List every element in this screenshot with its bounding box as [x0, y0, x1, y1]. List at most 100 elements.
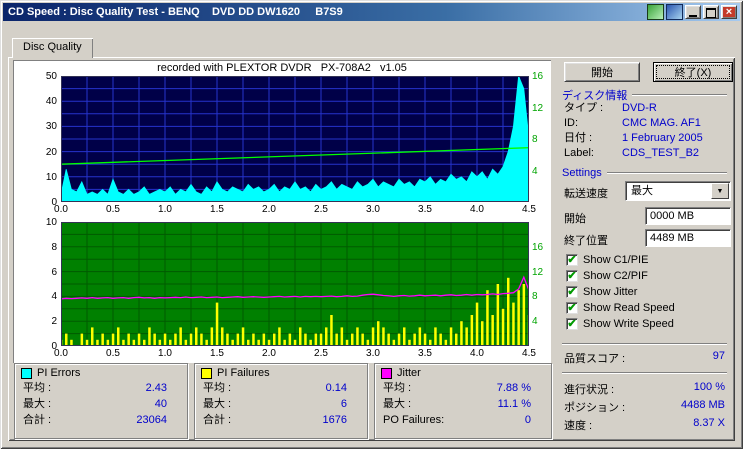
start-button[interactable]: 開始 — [564, 62, 640, 82]
axis-tick-label: 4 — [532, 316, 552, 327]
disc-label-row: Label:CDS_TEST_B2 — [564, 147, 727, 160]
start-position-field[interactable]: 0000 MB — [645, 207, 731, 225]
titlebar[interactable]: CD Speed : Disc Quality Test - BENQ DVD … — [3, 3, 740, 21]
stat-label: 最大 : — [383, 396, 411, 412]
chevron-down-icon[interactable]: ▼ — [711, 183, 729, 199]
stat-row: 平均 :0.14 — [195, 380, 367, 396]
checkbox-show-read-speed[interactable]: ✔ Show Read Speed — [566, 301, 675, 315]
tab-disc-quality[interactable]: Disc Quality — [12, 38, 93, 58]
axis-tick-label: 6 — [35, 267, 57, 278]
stat-value: 6 — [341, 396, 347, 412]
titlebar-green-icon[interactable] — [647, 4, 664, 20]
pi-failures-stats-box: PI Failures 平均 :0.14 最大 : 6 合計 :1676 — [194, 363, 368, 439]
info-value: 1 February 2005 — [622, 132, 703, 144]
pi-errors-swatch — [21, 368, 32, 379]
status-label: 速度 : — [564, 417, 592, 433]
checkbox-show-c2-pif[interactable]: ✔ Show C2/PIF — [566, 269, 648, 283]
axis-tick-label: 1.0 — [154, 204, 176, 215]
tab-pane: recorded with PLEXTOR DVDR PX-708A2 v1.0… — [8, 57, 735, 441]
checkbox-box[interactable]: ✔ — [566, 318, 578, 330]
info-label: タイプ : — [564, 102, 622, 115]
status-value: 4488 MB — [681, 399, 725, 415]
pi-failures-swatch — [201, 368, 212, 379]
stat-label: 合計 : — [203, 412, 231, 428]
close-button[interactable]: × — [721, 5, 737, 19]
stat-row: 平均 :2.43 — [15, 380, 187, 396]
titlebar-blue-icon[interactable] — [666, 4, 683, 20]
stat-value: 23064 — [136, 412, 167, 428]
stat-title: PI Failures — [217, 367, 270, 379]
checkbox-show-write-speed[interactable]: ✔ Show Write Speed — [566, 317, 674, 331]
status-value: 100 % — [694, 381, 725, 397]
title-controls: × — [647, 4, 740, 20]
axis-tick-label: 16 — [532, 242, 552, 253]
disc-info-header: ディスク情報 — [562, 87, 727, 103]
pi-errors-chart — [61, 76, 529, 202]
axis-tick-label: 8 — [35, 242, 57, 253]
axis-tick-label: 4 — [532, 166, 552, 177]
stat-row: 合計 :1676 — [195, 412, 367, 428]
info-value: CDS_TEST_B2 — [622, 147, 699, 159]
disc-date-row: 日付 :1 February 2005 — [564, 132, 727, 145]
info-label: Label: — [564, 147, 622, 160]
axis-tick-label: 10 — [35, 217, 57, 228]
axis-tick-label: 40 — [35, 96, 57, 107]
pi-failures-chart — [61, 222, 529, 346]
disc-id-row: ID:CMC MAG. AF1 — [564, 117, 727, 130]
stat-value: 40 — [155, 396, 167, 412]
axis-tick-label: 8 — [532, 291, 552, 302]
check-icon: ✔ — [567, 287, 576, 297]
stat-row: 最大 : 6 — [195, 396, 367, 412]
app-window: CD Speed : Disc Quality Test - BENQ DVD … — [0, 0, 743, 449]
axis-tick-label: 4.0 — [466, 204, 488, 215]
checkbox-show-jitter[interactable]: ✔ Show Jitter — [566, 285, 637, 299]
axis-tick-label: 10 — [35, 172, 57, 183]
minimize-button[interactable] — [685, 5, 701, 19]
checkbox-label: Show Write Speed — [583, 318, 674, 330]
axis-tick-label: 3.0 — [362, 348, 384, 359]
quality-score-row: 品質スコア : 97 — [564, 350, 725, 366]
checkbox-label: Show Read Speed — [583, 302, 675, 314]
stat-value: 2.43 — [146, 380, 167, 396]
checkbox-box[interactable]: ✔ — [566, 286, 578, 298]
checkbox-box[interactable]: ✔ — [566, 270, 578, 282]
exit-button[interactable]: 終了(X) — [653, 62, 733, 82]
stat-row: 合計 : 23064 — [15, 412, 187, 428]
axis-tick-label: 4.5 — [518, 204, 540, 215]
status-label: ポジション : — [564, 399, 625, 415]
disc-type-row: タイプ :DVD-R — [564, 102, 727, 115]
axis-tick-label: 3.5 — [414, 348, 436, 359]
axis-tick-label: 20 — [35, 147, 57, 158]
start-position-label: 開始 — [564, 210, 586, 226]
checkbox-box[interactable]: ✔ — [566, 254, 578, 266]
axis-tick-label: 4.0 — [466, 348, 488, 359]
section-rule — [632, 94, 727, 96]
status-value: 97 — [713, 350, 725, 366]
speed-select[interactable]: 最大 ▼ — [625, 181, 731, 201]
checkbox-box[interactable]: ✔ — [566, 302, 578, 314]
axis-tick-label: 0.0 — [50, 348, 72, 359]
axis-tick-label: 2.5 — [310, 204, 332, 215]
maximize-icon — [706, 8, 716, 18]
stat-label: 最大 : — [203, 396, 231, 412]
axis-tick-label: 3.0 — [362, 204, 384, 215]
status-label: 進行状況 : — [564, 381, 614, 397]
checkbox-show-c1-pie[interactable]: ✔ Show C1/PIE — [566, 253, 648, 267]
status-value: 8.37 X — [693, 417, 725, 433]
position-row: ポジション : 4488 MB — [564, 399, 725, 415]
info-label: ID: — [564, 117, 622, 130]
stat-title: Jitter — [397, 367, 421, 379]
stat-label: 平均 : — [203, 380, 231, 396]
stat-label: PO Failures: — [383, 412, 444, 428]
stat-row: 最大 :40 — [15, 396, 187, 412]
progress-row: 進行状況 : 100 % — [564, 381, 725, 397]
stat-label: 合計 : — [23, 412, 51, 428]
info-value: DVD-R — [622, 102, 657, 114]
maximize-button[interactable] — [703, 5, 719, 19]
check-icon: ✔ — [567, 303, 576, 313]
axis-tick-label: 0.0 — [50, 204, 72, 215]
separator — [562, 343, 727, 345]
axis-tick-label: 1.0 — [154, 348, 176, 359]
settings-header: Settings — [562, 167, 727, 179]
end-position-field[interactable]: 4489 MB — [645, 229, 731, 247]
